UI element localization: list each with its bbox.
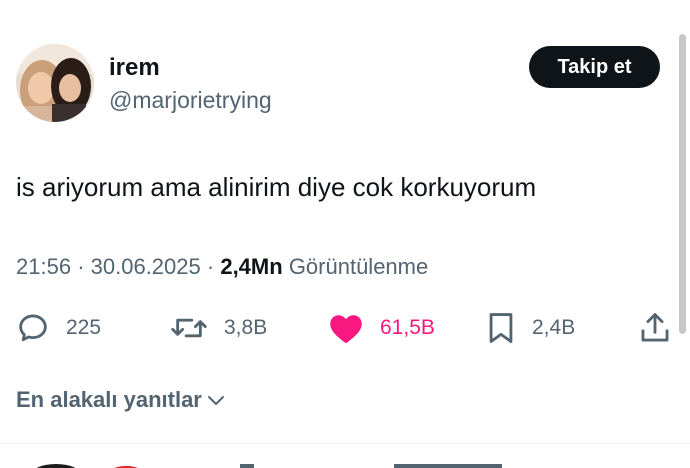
tweet-meta: 21:56 · 30.06.2025 · 2,4Mn Görüntülenme bbox=[16, 253, 428, 281]
tweet-text: is ariyorum ama alinirim diye cok korkuy… bbox=[16, 172, 537, 202]
views-count: 2,4Mn bbox=[220, 254, 283, 279]
reply-button[interactable]: 225 bbox=[16, 308, 101, 348]
repost-button[interactable]: 3,8B bbox=[170, 308, 267, 348]
meta-separator: · bbox=[77, 254, 85, 279]
scrollbar[interactable] bbox=[679, 34, 686, 334]
author-handle[interactable]: @marjorietrying bbox=[109, 86, 272, 114]
share-icon bbox=[641, 313, 669, 342]
bookmark-button[interactable]: 2,4B bbox=[486, 308, 575, 348]
avatar-photo bbox=[16, 44, 94, 122]
follow-button[interactable]: Takip et bbox=[529, 46, 660, 88]
views-label: Görüntülenme bbox=[288, 254, 429, 279]
replies-sort-label: En alakalı yanıtlar bbox=[16, 387, 202, 412]
reply-preview-clipped bbox=[36, 464, 502, 468]
next-reply-preview[interactable] bbox=[0, 444, 690, 468]
action-bar: 225 3,8B 61,5B 2,4B bbox=[16, 308, 676, 348]
heart-filled-icon bbox=[330, 315, 362, 343]
tweet-time[interactable]: 21:56 bbox=[16, 254, 71, 279]
repost-count: 3,8B bbox=[224, 316, 268, 339]
avatar[interactable] bbox=[16, 44, 94, 122]
chevron-down-icon bbox=[207, 396, 224, 405]
bookmark-icon bbox=[489, 313, 513, 343]
replies-sort-dropdown[interactable]: En alakalı yanıtlar bbox=[16, 385, 226, 415]
reply-icon bbox=[19, 314, 47, 342]
bookmark-count: 2,4B bbox=[532, 316, 576, 339]
tweet-detail-page: irem @marjorietrying Takip et is ariyoru… bbox=[0, 0, 690, 468]
like-button[interactable]: 61,5B bbox=[328, 308, 435, 348]
share-button[interactable] bbox=[638, 308, 672, 348]
like-count: 61,5B bbox=[380, 316, 435, 339]
tweet-date[interactable]: 30.06.2025 bbox=[91, 254, 201, 279]
reply-count: 225 bbox=[66, 316, 102, 339]
repost-icon bbox=[171, 318, 207, 338]
meta-separator: · bbox=[206, 254, 215, 279]
author-name[interactable]: irem bbox=[109, 53, 160, 83]
